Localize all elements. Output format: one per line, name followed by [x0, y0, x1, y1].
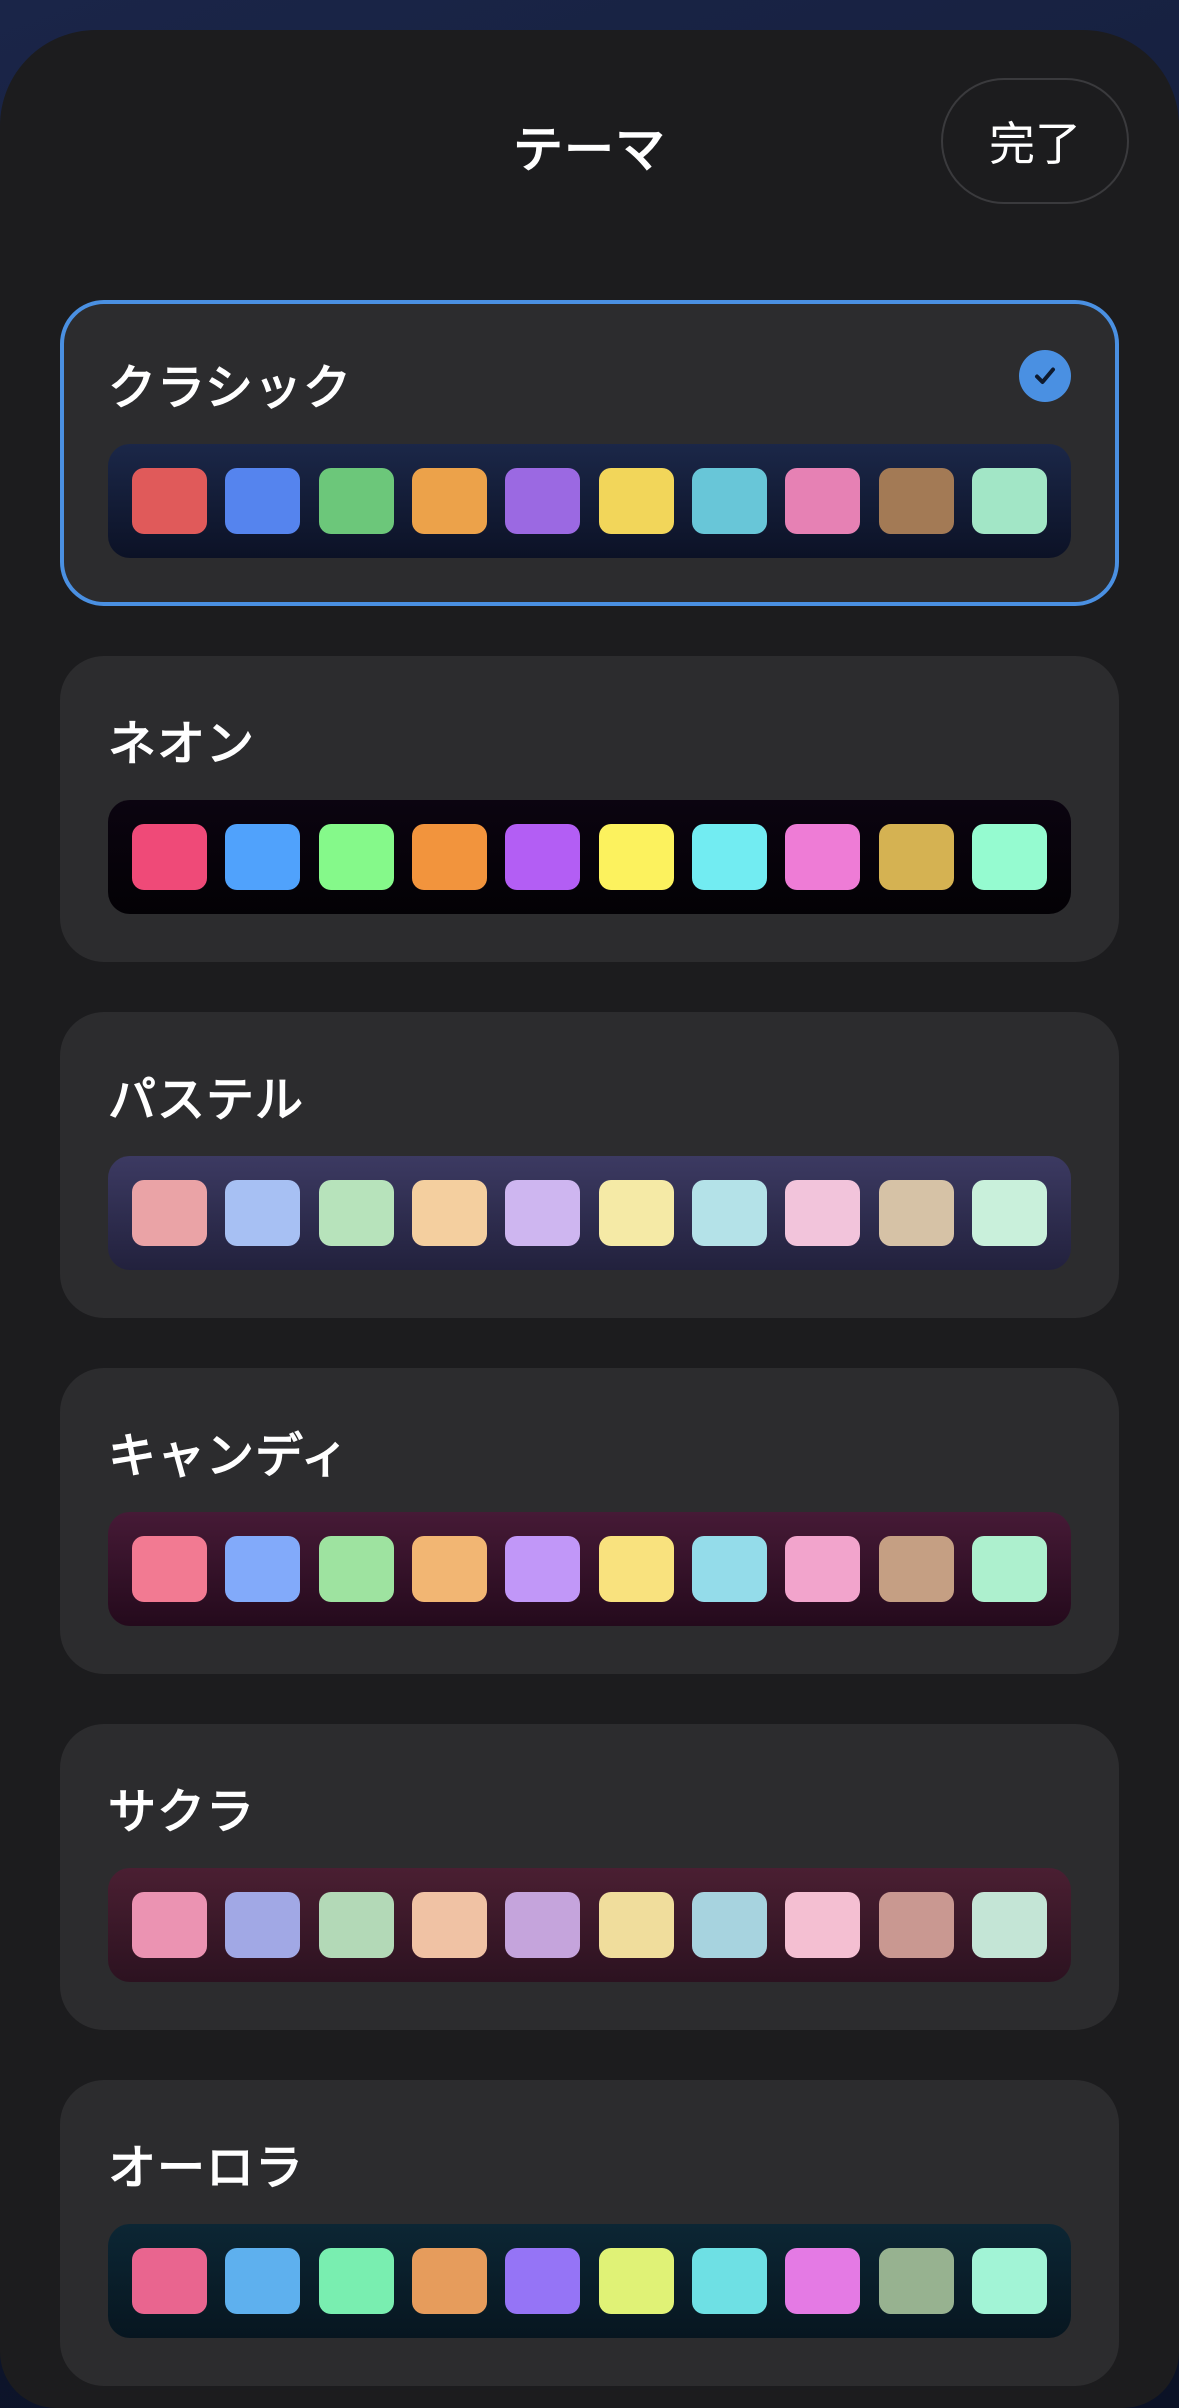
color-swatch [878, 1180, 954, 1246]
color-swatch [225, 2248, 301, 2314]
color-swatch [411, 1180, 487, 1246]
done-button[interactable]: 完了 [941, 78, 1129, 204]
color-swatch [598, 1892, 674, 1958]
color-swatch-strip [108, 1868, 1071, 1982]
theme-card[interactable]: サクラ [60, 1724, 1119, 2030]
color-swatch [691, 824, 767, 890]
color-swatch [971, 824, 1047, 890]
color-swatch [132, 1536, 207, 1602]
color-swatch [411, 824, 487, 890]
color-swatch [318, 1892, 394, 1958]
color-swatch [132, 468, 207, 534]
color-swatch [225, 1536, 301, 1602]
checkmark-icon [1019, 350, 1071, 402]
color-swatch [411, 1892, 487, 1958]
theme-card[interactable]: オーロラ [60, 2080, 1119, 2386]
color-swatch-strip [108, 800, 1071, 914]
color-swatch [785, 468, 861, 534]
color-swatch [971, 1536, 1047, 1602]
color-swatch [691, 1180, 767, 1246]
theme-card[interactable]: ネオン [60, 656, 1119, 962]
color-swatch [971, 2248, 1047, 2314]
color-swatch [878, 1892, 954, 1958]
color-swatch [598, 824, 674, 890]
color-swatch [785, 1892, 861, 1958]
color-swatch [225, 1180, 301, 1246]
color-swatch [505, 1180, 581, 1246]
theme-list: クラシックネオンパステルキャンディサクラオーロラ [60, 300, 1119, 2408]
color-swatch [505, 824, 581, 890]
color-swatch [411, 468, 487, 534]
color-swatch [505, 468, 581, 534]
color-swatch [132, 1892, 207, 1958]
color-swatch [785, 1536, 861, 1602]
theme-name: ネオン [108, 716, 256, 772]
theme-name: パステル [108, 1072, 305, 1128]
theme-name: クラシック [108, 360, 353, 416]
theme-card[interactable]: クラシック [60, 300, 1119, 606]
theme-name: オーロラ [108, 2140, 305, 2196]
theme-name: キャンディ [108, 1428, 350, 1484]
color-swatch [225, 468, 301, 534]
color-swatch-strip [108, 444, 1071, 558]
color-swatch [878, 1536, 954, 1602]
color-swatch [505, 2248, 581, 2314]
theme-card[interactable]: キャンディ [60, 1368, 1119, 1674]
color-swatch [318, 2248, 394, 2314]
color-swatch [225, 824, 301, 890]
color-swatch-strip [108, 1156, 1071, 1270]
color-swatch [598, 468, 674, 534]
color-swatch [132, 2248, 207, 2314]
color-swatch [971, 1180, 1047, 1246]
color-swatch [318, 468, 394, 534]
color-swatch-strip [108, 2224, 1071, 2338]
color-swatch [411, 1536, 487, 1602]
color-swatch [318, 824, 394, 890]
color-swatch [691, 468, 767, 534]
color-swatch [505, 1892, 581, 1958]
theme-name: サクラ [108, 1784, 256, 1840]
color-swatch [132, 1180, 207, 1246]
color-swatch [318, 1536, 394, 1602]
color-swatch [505, 1536, 581, 1602]
theme-card[interactable]: パステル [60, 1012, 1119, 1318]
color-swatch-strip [108, 1512, 1071, 1626]
color-swatch [785, 824, 861, 890]
color-swatch [971, 468, 1047, 534]
color-swatch [691, 1536, 767, 1602]
color-swatch [691, 1892, 767, 1958]
color-swatch [225, 1892, 301, 1958]
color-swatch [411, 2248, 487, 2314]
color-swatch [598, 2248, 674, 2314]
color-swatch [132, 824, 207, 890]
color-swatch [785, 2248, 861, 2314]
sheet-header: テーマ 完了 [0, 30, 1179, 270]
color-swatch [691, 2248, 767, 2314]
color-swatch [318, 1180, 394, 1246]
color-swatch [878, 468, 954, 534]
color-swatch [598, 1180, 674, 1246]
color-swatch [878, 2248, 954, 2314]
color-swatch [971, 1892, 1047, 1958]
color-swatch [598, 1536, 674, 1602]
theme-sheet: テーマ 完了 クラシックネオンパステルキャンディサクラオーロラ [0, 30, 1179, 2408]
color-swatch [785, 1180, 861, 1246]
color-swatch [878, 824, 954, 890]
